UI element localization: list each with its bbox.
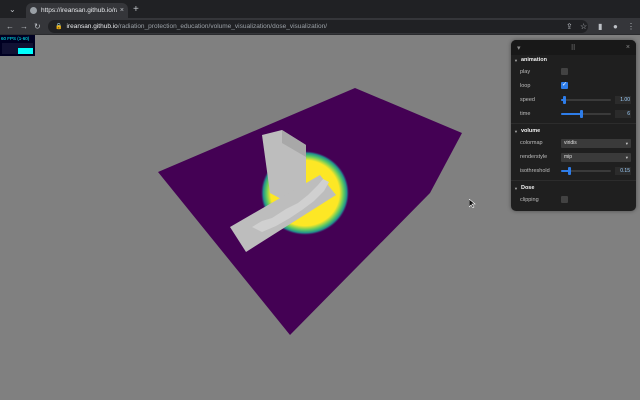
folder-title-volume[interactable]: ▼ volume xyxy=(511,126,636,136)
back-icon[interactable]: ← xyxy=(6,22,14,32)
controls-panel: ▾ ⠿ × ▼ animation play loop ✓ speed 1.00 xyxy=(511,40,636,211)
row-clipping: clipping xyxy=(511,193,636,207)
drag-handle-icon[interactable]: ⠿ xyxy=(571,44,576,52)
folder-toggle-icon: ▼ xyxy=(514,185,518,191)
time-slider-knob[interactable] xyxy=(580,110,583,118)
folder-title-dose[interactable]: ▼ Dose xyxy=(511,183,636,193)
time-value[interactable]: 6 xyxy=(615,110,631,118)
folder-volume-label: volume xyxy=(520,128,541,134)
new-tab-button[interactable]: + xyxy=(133,5,139,15)
row-time: time 6 xyxy=(511,107,636,121)
row-loop: loop ✓ xyxy=(511,79,636,93)
row-speed: speed 1.00 xyxy=(511,93,636,107)
browser-tab[interactable]: https://ireansan.github.io/radia × xyxy=(26,3,128,18)
renderstyle-select[interactable]: mip ▾ xyxy=(561,153,631,162)
folder-animation: ▼ animation play loop ✓ speed 1.00 time xyxy=(511,55,636,121)
tab-title: https://ireansan.github.io/radia xyxy=(41,7,117,14)
folder-dose-label: Dose xyxy=(520,185,535,191)
loop-label: loop xyxy=(520,83,531,89)
isothreshold-value[interactable]: 0.15 xyxy=(615,167,631,175)
colormap-label: colormap xyxy=(520,140,543,146)
fps-label: 60 FPS (1-60) xyxy=(1,36,30,41)
folder-dose: ▼ Dose clipping xyxy=(511,183,636,207)
share-icon[interactable]: ⇪ xyxy=(566,22,573,32)
row-colormap: colormap viridis ▾ xyxy=(511,136,636,150)
isothreshold-slider-knob[interactable] xyxy=(567,167,571,175)
folder-title-animation[interactable]: ▼ animation xyxy=(511,55,636,65)
time-slider[interactable] xyxy=(561,110,611,118)
folder-volume: ▼ volume colormap viridis ▾ renderstyle … xyxy=(511,126,636,178)
renderstyle-label: renderstyle xyxy=(520,154,548,160)
side-panel-icon[interactable]: ▮ xyxy=(598,22,602,32)
browser-menu-icon[interactable]: ⋮ xyxy=(627,22,635,32)
url-host: ireansan.github.io xyxy=(66,23,118,30)
url-path: /radiation_protection_education/volume_v… xyxy=(117,23,328,30)
browser-tab-strip: ⌄ https://ireansan.github.io/radia × + xyxy=(0,0,640,18)
row-isothreshold: isothreshold 0.15 xyxy=(511,164,636,178)
chevron-down-icon: ▾ xyxy=(625,155,628,160)
panel-header[interactable]: ▾ ⠿ × xyxy=(511,40,636,55)
forward-icon[interactable]: → xyxy=(20,22,28,32)
panel-close-icon[interactable]: × xyxy=(626,44,630,51)
fps-stats-panel[interactable]: 60 FPS (1-60) xyxy=(0,35,35,56)
favicon-icon xyxy=(30,7,37,14)
speed-value[interactable]: 1.00 xyxy=(615,96,631,104)
row-play: play xyxy=(511,65,636,79)
play-checkbox[interactable] xyxy=(561,68,568,75)
chevron-down-icon: ▾ xyxy=(625,141,628,146)
isothreshold-slider[interactable] xyxy=(561,167,611,175)
play-label: play xyxy=(520,69,531,75)
folder-toggle-icon: ▼ xyxy=(514,57,518,63)
bookmark-star-icon[interactable]: ☆ xyxy=(580,22,587,32)
divider xyxy=(511,180,636,181)
time-slider-fill xyxy=(561,113,581,115)
speed-label: speed xyxy=(520,97,535,103)
clipping-checkbox[interactable] xyxy=(561,196,568,203)
clipping-label: clipping xyxy=(520,197,539,203)
collapse-icon[interactable]: ▾ xyxy=(517,44,521,52)
row-renderstyle: renderstyle mip ▾ xyxy=(511,150,636,164)
divider xyxy=(511,123,636,124)
address-bar[interactable]: 🔒 ireansan.github.io /radiation_protecti… xyxy=(48,20,588,33)
isothreshold-label: isothreshold xyxy=(520,168,550,174)
folder-animation-label: animation xyxy=(520,57,547,63)
colormap-select[interactable]: viridis ▾ xyxy=(561,139,631,148)
loop-checkbox[interactable]: ✓ xyxy=(561,82,568,89)
fps-graph-bar xyxy=(18,47,33,54)
profile-icon[interactable]: ● xyxy=(613,22,618,32)
time-label: time xyxy=(520,111,531,117)
tab-search-icon[interactable]: ⌄ xyxy=(9,5,16,15)
speed-slider-knob[interactable] xyxy=(562,96,566,104)
lock-icon[interactable]: 🔒 xyxy=(55,23,62,30)
colormap-value: viridis xyxy=(564,140,577,146)
reload-icon[interactable]: ↻ xyxy=(34,22,41,32)
speed-slider[interactable] xyxy=(561,96,611,104)
tab-close-icon[interactable]: × xyxy=(120,7,124,14)
folder-toggle-icon: ▼ xyxy=(514,128,518,134)
browser-toolbar: ← → ↻ 🔒 ireansan.github.io /radiation_pr… xyxy=(0,18,640,35)
renderstyle-value: mip xyxy=(564,154,573,160)
